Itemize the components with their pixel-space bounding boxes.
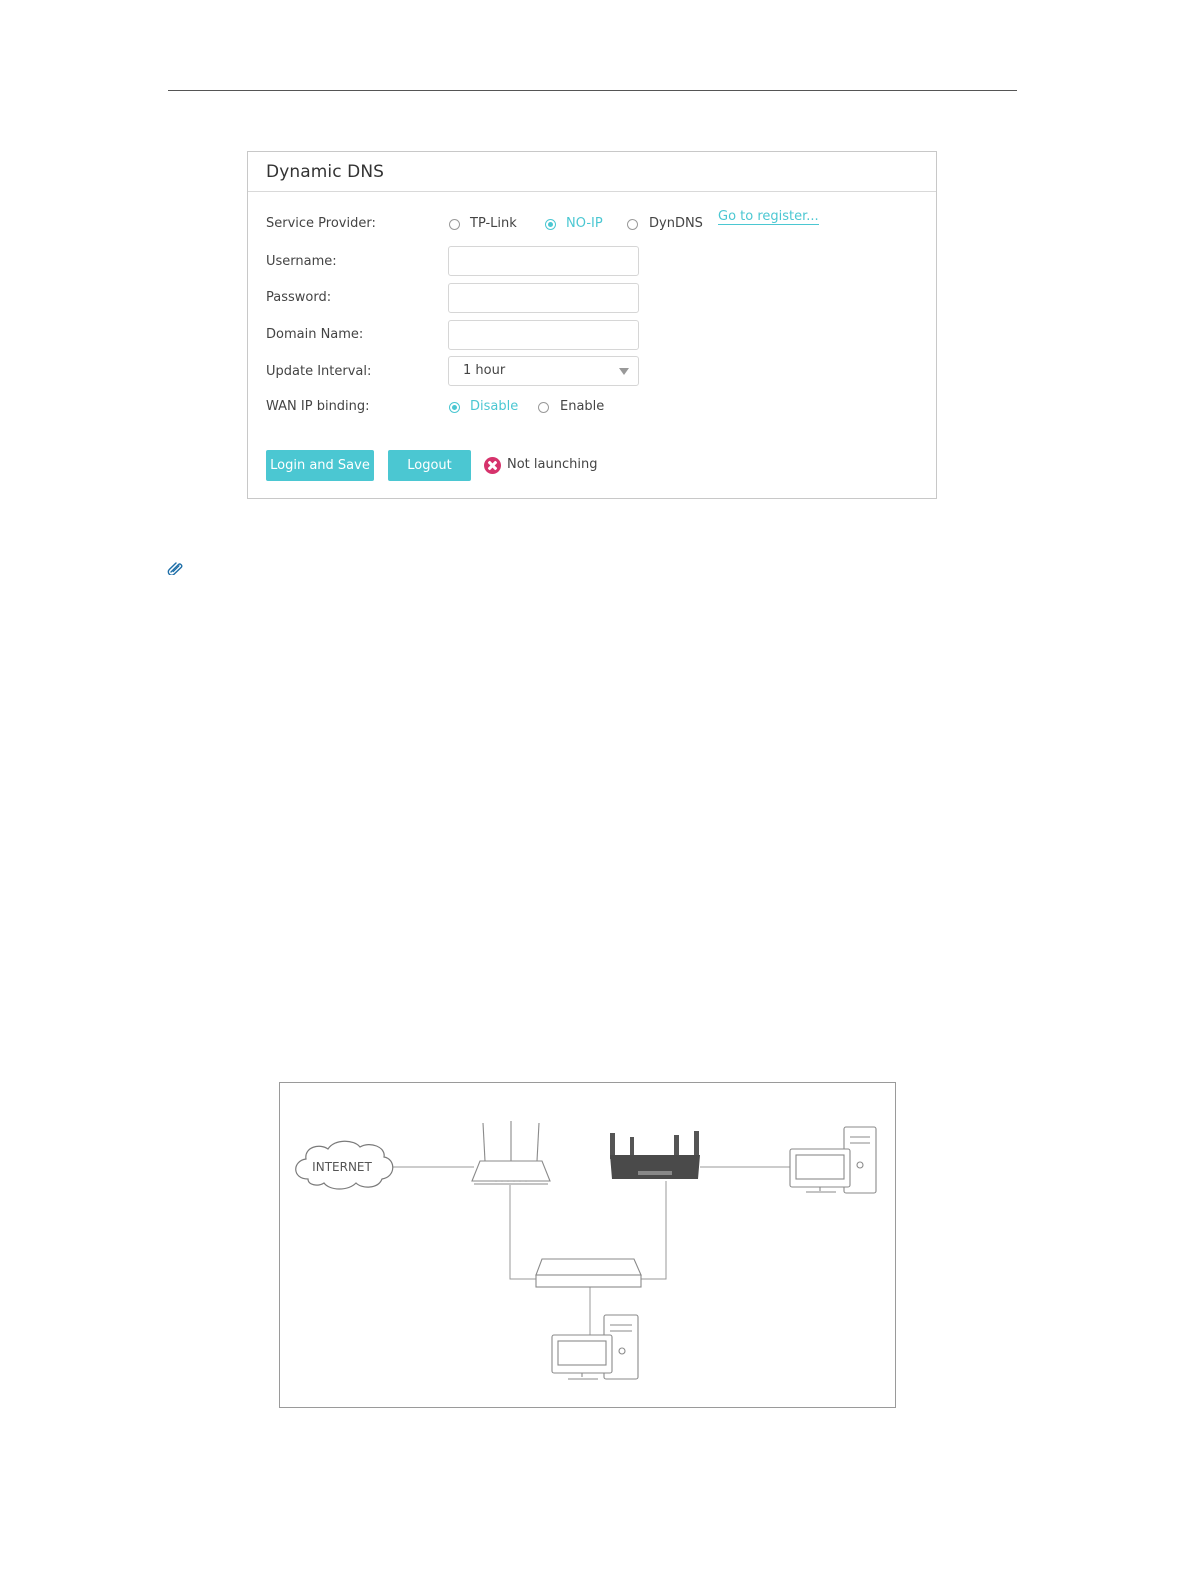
modem-router-icon xyxy=(471,1121,551,1185)
network-diagram: INTERNET xyxy=(279,1082,896,1408)
password-input[interactable] xyxy=(448,283,639,313)
radio-dyndns-label[interactable]: DynDNS xyxy=(649,216,703,231)
network-diagram-canvas: INTERNET xyxy=(295,1121,877,1380)
username-input[interactable] xyxy=(448,246,639,276)
network-switch-icon xyxy=(535,1258,642,1288)
chevron-down-icon xyxy=(619,368,629,375)
wan-ip-binding-label: WAN IP binding: xyxy=(266,399,370,414)
radio-wan-enable-label[interactable]: Enable xyxy=(560,399,604,414)
update-interval-value: 1 hour xyxy=(463,363,506,378)
go-to-register-link[interactable]: Go to register... xyxy=(718,209,819,225)
page-header-rule xyxy=(168,90,1017,91)
error-x-icon xyxy=(484,457,501,474)
radio-no-ip-label[interactable]: NO-IP xyxy=(566,216,603,231)
username-label: Username: xyxy=(266,254,337,269)
computer-icon xyxy=(789,1126,877,1194)
radio-dyndns[interactable] xyxy=(627,219,638,230)
paperclip-icon xyxy=(167,562,183,575)
logout-button[interactable]: Logout xyxy=(388,450,471,481)
login-and-save-button[interactable]: Login and Save xyxy=(266,450,374,481)
wireless-router-icon xyxy=(610,1131,700,1179)
update-interval-select[interactable]: 1 hour xyxy=(448,356,639,386)
domain-name-input[interactable] xyxy=(448,320,639,350)
panel-title-divider xyxy=(248,191,936,192)
panel-title: Dynamic DNS xyxy=(266,162,385,182)
service-provider-label: Service Provider: xyxy=(266,216,376,231)
radio-wan-disable-label[interactable]: Disable xyxy=(470,399,518,414)
update-interval-label: Update Interval: xyxy=(266,364,372,379)
password-label: Password: xyxy=(266,290,332,305)
radio-wan-enable[interactable] xyxy=(538,402,549,413)
computer-icon xyxy=(551,1314,639,1380)
dynamic-dns-panel: Dynamic DNS Service Provider: TP-Link NO… xyxy=(247,151,937,499)
radio-tp-link-label[interactable]: TP-Link xyxy=(470,216,517,231)
radio-no-ip[interactable] xyxy=(545,219,556,230)
internet-label: INTERNET xyxy=(312,1160,372,1174)
radio-tp-link[interactable] xyxy=(449,219,460,230)
status-text: Not launching xyxy=(507,457,598,472)
domain-name-label: Domain Name: xyxy=(266,327,364,342)
connection-lines xyxy=(390,1166,790,1335)
radio-wan-disable[interactable] xyxy=(449,402,460,413)
